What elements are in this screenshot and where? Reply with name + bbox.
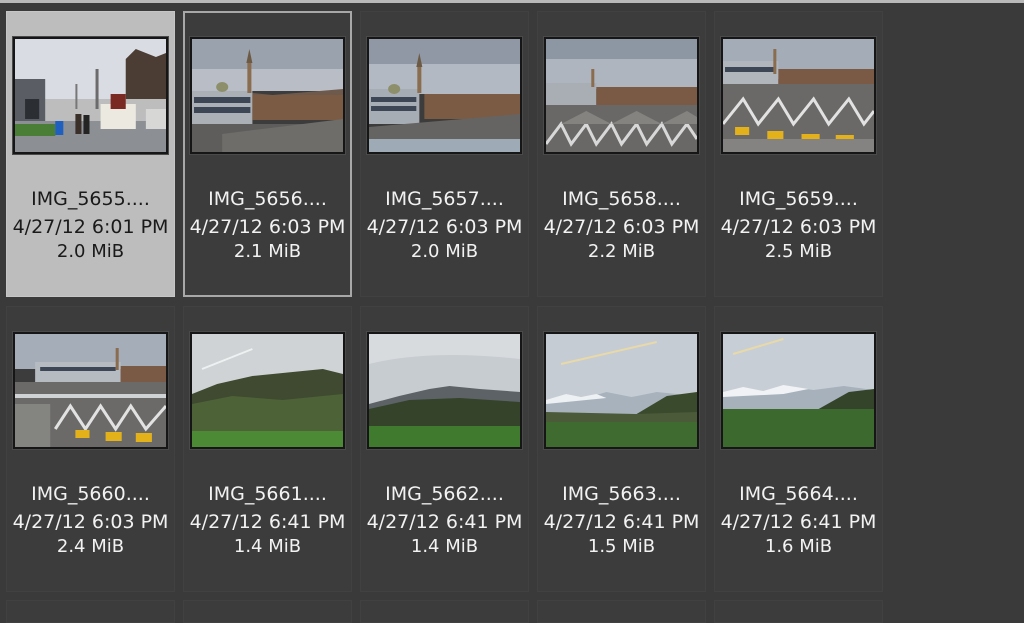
file-name: IMG_5661.... [208,483,327,505]
bus-depot-icon [721,37,876,154]
bus-depot-icon [13,332,168,449]
file-name: IMG_5655.... [31,188,150,210]
green-hills-icon [190,332,345,449]
thumbnail-item-partial[interactable] [6,600,175,623]
city-rooftop-icon [190,37,345,154]
file-size: 1.5 MiB [587,536,656,557]
thumbnail-item[interactable]: IMG_5659.... 4/27/12 6:03 PM 2.5 MiB [714,11,883,297]
file-date: 4/27/12 6:01 PM [12,216,169,238]
thumbnail-item[interactable]: IMG_5664.... 4/27/12 6:41 PM 1.6 MiB [714,306,883,592]
file-size: 2.0 MiB [410,241,479,262]
sawtooth-roof-icon [544,37,699,154]
file-name: IMG_5663.... [562,483,681,505]
file-name: IMG_5658.... [562,188,681,210]
file-name: IMG_5659.... [739,188,858,210]
green-hills-icon [367,332,522,449]
file-size: 2.2 MiB [587,241,656,262]
file-date: 4/27/12 6:03 PM [543,216,700,238]
thumbnail-item[interactable]: IMG_5660.... 4/27/12 6:03 PM 2.4 MiB [6,306,175,592]
file-size: 1.4 MiB [410,536,479,557]
file-date: 4/27/12 6:03 PM [720,216,877,238]
file-date: 4/27/12 6:41 PM [189,511,346,533]
file-name: IMG_5656.... [208,188,327,210]
file-size: 2.4 MiB [56,536,125,557]
file-name: IMG_5662.... [385,483,504,505]
street-icon [13,37,168,154]
thumbnail-item[interactable]: IMG_5658.... 4/27/12 6:03 PM 2.2 MiB [537,11,706,297]
file-name: IMG_5657.... [385,188,504,210]
thumbnail-item-partial[interactable] [714,600,883,623]
file-date: 4/27/12 6:41 PM [366,511,523,533]
thumbnail-item-partial[interactable] [537,600,706,623]
file-name: IMG_5664.... [739,483,858,505]
thumbnail-item[interactable]: IMG_5656.... 4/27/12 6:03 PM 2.1 MiB [183,11,352,297]
file-date: 4/27/12 6:41 PM [543,511,700,533]
thumbnail-item-partial[interactable] [183,600,352,623]
file-date: 4/27/12 6:03 PM [366,216,523,238]
thumbnail-item-partial[interactable] [360,600,529,623]
file-size: 2.0 MiB [56,241,125,262]
file-date: 4/27/12 6:41 PM [720,511,877,533]
file-date: 4/27/12 6:03 PM [12,511,169,533]
city-rooftop-icon [367,37,522,154]
thumbnail-item[interactable]: IMG_5663.... 4/27/12 6:41 PM 1.5 MiB [537,306,706,592]
file-size: 1.4 MiB [233,536,302,557]
file-name: IMG_5660.... [31,483,150,505]
thumbnail-item[interactable]: IMG_5661.... 4/27/12 6:41 PM 1.4 MiB [183,306,352,592]
snowy-mountains-icon [721,332,876,449]
thumbnail-item[interactable]: IMG_5655.... 4/27/12 6:01 PM 2.0 MiB [6,11,175,297]
thumbnail-item[interactable]: IMG_5657.... 4/27/12 6:03 PM 2.0 MiB [360,11,529,297]
file-size: 2.1 MiB [233,241,302,262]
thumbnail-grid: IMG_5655.... 4/27/12 6:01 PM 2.0 MiB IMG… [0,0,1024,623]
file-size: 2.5 MiB [764,241,833,262]
thumbnail-item[interactable]: IMG_5662.... 4/27/12 6:41 PM 1.4 MiB [360,306,529,592]
file-date: 4/27/12 6:03 PM [189,216,346,238]
snowy-mountains-icon [544,332,699,449]
file-size: 1.6 MiB [764,536,833,557]
